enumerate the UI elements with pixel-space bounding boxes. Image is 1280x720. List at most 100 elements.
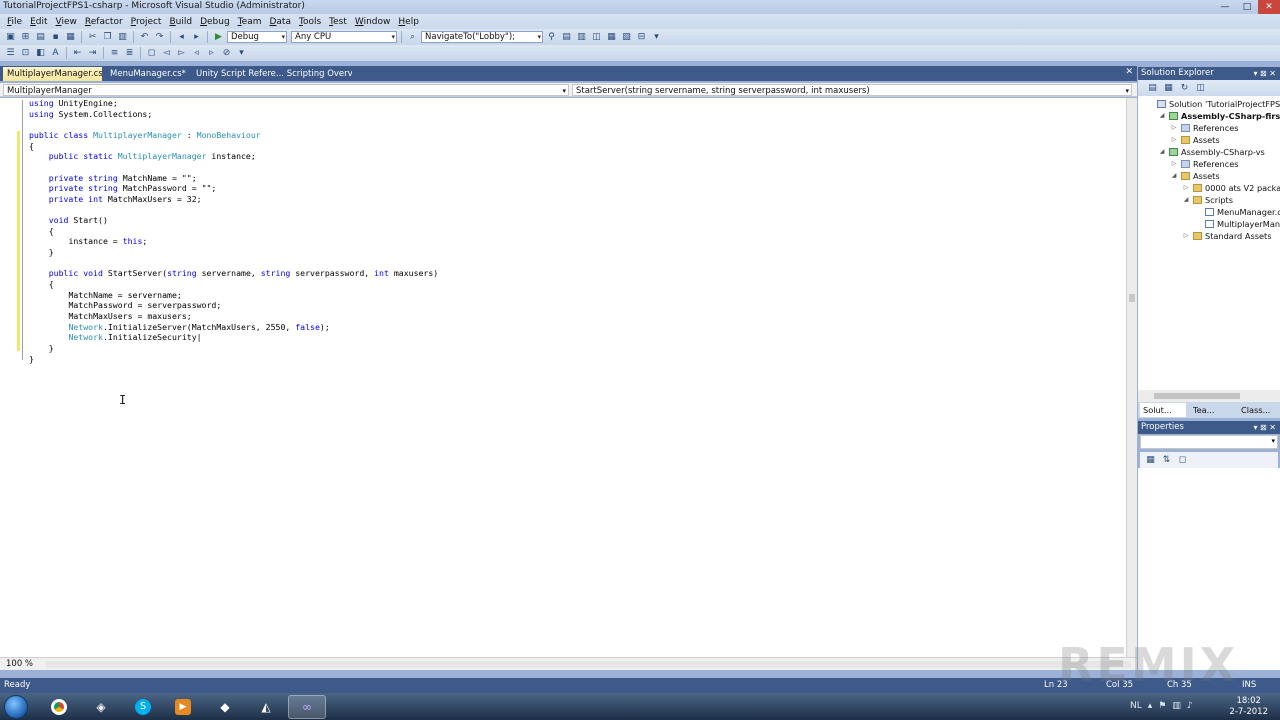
tree-item[interactable]: ◢ Assets: [1170, 170, 1220, 182]
object-member-list-icon[interactable]: ☰: [4, 47, 17, 59]
flag-icon[interactable]: ⚑: [1158, 701, 1166, 711]
paste-icon[interactable]: ▥: [116, 31, 129, 43]
comment-lines-icon[interactable]: ≡: [108, 47, 121, 59]
member-select[interactable]: StartServer(string servername, string se…: [572, 84, 1132, 96]
network-icon[interactable]: ▥: [1172, 701, 1181, 711]
start-button[interactable]: [4, 695, 28, 719]
expand-toggle-icon[interactable]: ◢: [1158, 146, 1166, 158]
expand-toggle-icon[interactable]: ◢: [1170, 170, 1178, 182]
toolbox-icon[interactable]: ▦: [605, 31, 618, 43]
categorized-icon[interactable]: ▦: [1144, 454, 1157, 466]
tree-item[interactable]: ▷ References: [1170, 122, 1239, 134]
menu-test[interactable]: Test: [325, 17, 351, 27]
tab-solution-explorer[interactable]: Solut...: [1140, 403, 1186, 417]
maximize-button[interactable]: □: [1236, 0, 1258, 14]
previous-bookmark-icon[interactable]: ◅: [160, 47, 173, 59]
menu-debug[interactable]: Debug: [196, 17, 234, 27]
undo-icon[interactable]: ↶: [138, 31, 151, 43]
object-browser-icon[interactable]: ◫: [590, 31, 603, 43]
tree-item[interactable]: MenuManager.cs: [1194, 206, 1280, 218]
tree-item[interactable]: MultiplayerManager.cs: [1194, 218, 1280, 230]
expand-toggle-icon[interactable]: ▷: [1170, 158, 1178, 170]
tab-multiplayer-manager[interactable]: MultiplayerManager.cs*: [3, 67, 102, 81]
properties-object-select[interactable]: ▾: [1140, 435, 1278, 449]
save-icon[interactable]: ▪: [49, 31, 62, 43]
show-hidden-icons-icon[interactable]: ▴: [1148, 701, 1153, 711]
close-button[interactable]: ✕: [1258, 0, 1280, 14]
tree-item[interactable]: ◢ Assembly-CSharp-firstpass-vs: [1158, 110, 1280, 122]
volume-icon[interactable]: ♪: [1187, 701, 1193, 711]
tree-item[interactable]: ▷ References: [1170, 158, 1239, 170]
expand-toggle-icon[interactable]: ▷: [1182, 230, 1190, 242]
previous-bookmark-in-folder-icon[interactable]: ◃: [190, 47, 203, 59]
find-icon[interactable]: ⚲: [545, 31, 558, 43]
language-icon[interactable]: NL: [1130, 701, 1142, 711]
expand-toggle-icon[interactable]: ◢: [1182, 194, 1190, 206]
minimize-button[interactable]: —: [1214, 0, 1236, 14]
unity-taskbar-button[interactable]: ◈: [82, 695, 120, 719]
expand-toggle-icon[interactable]: ▷: [1170, 122, 1178, 134]
parameter-info-icon[interactable]: ⊡: [19, 47, 32, 59]
new-project-icon[interactable]: ▣: [4, 31, 17, 43]
panel-pin-close-icon[interactable]: ▾ ⊠ ✕: [1253, 421, 1276, 434]
chrome-taskbar-button[interactable]: [40, 695, 78, 719]
find-in-files-icon[interactable]: ⌕: [406, 31, 419, 43]
start-page-icon[interactable]: ▧: [620, 31, 633, 43]
menu-file[interactable]: File: [3, 17, 26, 27]
navigate-forward-icon[interactable]: ▸: [190, 31, 203, 43]
redo-icon[interactable]: ↷: [153, 31, 166, 43]
expand-toggle-icon[interactable]: ▷: [1182, 182, 1190, 194]
menu-team[interactable]: Team: [234, 17, 266, 27]
editor-vertical-scrollbar[interactable]: [1126, 98, 1137, 657]
cut-icon[interactable]: ✂: [86, 31, 99, 43]
add-item-icon[interactable]: ⊞: [19, 31, 32, 43]
tree-item[interactable]: ▷ Standard Assets: [1182, 230, 1272, 242]
game-taskbar-button[interactable]: ◭: [247, 695, 285, 719]
show-all-files-icon[interactable]: ▦: [1162, 82, 1175, 94]
app-taskbar-button[interactable]: ◆: [206, 695, 244, 719]
solution-platform-select[interactable]: Any CPU ▾: [291, 31, 397, 43]
expand-toggle-icon[interactable]: ◢: [1158, 110, 1166, 122]
view-class-diagram-icon[interactable]: ◫: [1194, 82, 1207, 94]
tab-menu-manager[interactable]: MenuManager.cs*: [106, 67, 186, 81]
save-all-icon[interactable]: ▦: [64, 31, 77, 43]
tab-team-explorer[interactable]: Tea...: [1190, 403, 1234, 417]
extension-manager-icon[interactable]: ⊟: [635, 31, 648, 43]
properties-icon[interactable]: ▤: [1146, 82, 1159, 94]
clear-bookmarks-icon[interactable]: ⊘: [220, 47, 233, 59]
solution-configuration-select[interactable]: Debug ▾: [227, 31, 287, 43]
scrollbar-thumb[interactable]: [1154, 393, 1240, 399]
menu-build[interactable]: Build: [165, 17, 196, 27]
uncomment-lines-icon[interactable]: ≣: [123, 47, 136, 59]
next-bookmark-in-folder-icon[interactable]: ▹: [205, 47, 218, 59]
menu-refactor[interactable]: Refactor: [81, 17, 127, 27]
tree-item[interactable]: ◢ Scripts: [1182, 194, 1233, 206]
tree-item[interactable]: Solution 'TutorialProjectFPS1-csharp': [1146, 98, 1280, 110]
menu-tools[interactable]: Tools: [295, 17, 325, 27]
tree-item[interactable]: ◢ Assembly-CSharp-vs: [1158, 146, 1265, 158]
find-combo[interactable]: NavigateTo("Lobby"); ▾: [421, 31, 543, 43]
navigate-back-icon[interactable]: ◂: [175, 31, 188, 43]
toggle-bookmark-icon[interactable]: ◻: [145, 47, 158, 59]
visual-studio-taskbar-button[interactable]: ∞: [288, 695, 326, 719]
editor-horizontal-scrollbar[interactable]: [46, 661, 1131, 668]
properties-icon[interactable]: ▥: [575, 31, 588, 43]
next-bookmark-icon[interactable]: ▻: [175, 47, 188, 59]
menu-project[interactable]: Project: [127, 17, 166, 27]
expand-toggle-icon[interactable]: ▷: [1170, 134, 1178, 146]
refresh-icon[interactable]: ↻: [1178, 82, 1191, 94]
decrease-indent-icon[interactable]: ⇤: [71, 47, 84, 59]
media-player-taskbar-button[interactable]: ▶: [164, 695, 202, 719]
close-document-icon[interactable]: ✕: [1125, 67, 1133, 77]
increase-indent-icon[interactable]: ⇥: [86, 47, 99, 59]
type-select[interactable]: MultiplayerManager ▾: [3, 84, 569, 96]
solution-explorer-icon[interactable]: ▤: [560, 31, 573, 43]
code-editor[interactable]: using UnityEngine; using System.Collectio…: [0, 98, 1126, 657]
solution-explorer-horizontal-scrollbar[interactable]: [1138, 390, 1280, 402]
skype-taskbar-button[interactable]: S: [124, 695, 162, 719]
tree-item[interactable]: ▷ 0000 ats V2 package: [1182, 182, 1280, 194]
scrollbar-thumb[interactable]: [1129, 294, 1135, 302]
copy-icon[interactable]: ❐: [101, 31, 114, 43]
menu-help[interactable]: Help: [394, 17, 423, 27]
panel-pin-close-icon[interactable]: ▾ ⊠ ✕: [1253, 67, 1276, 80]
